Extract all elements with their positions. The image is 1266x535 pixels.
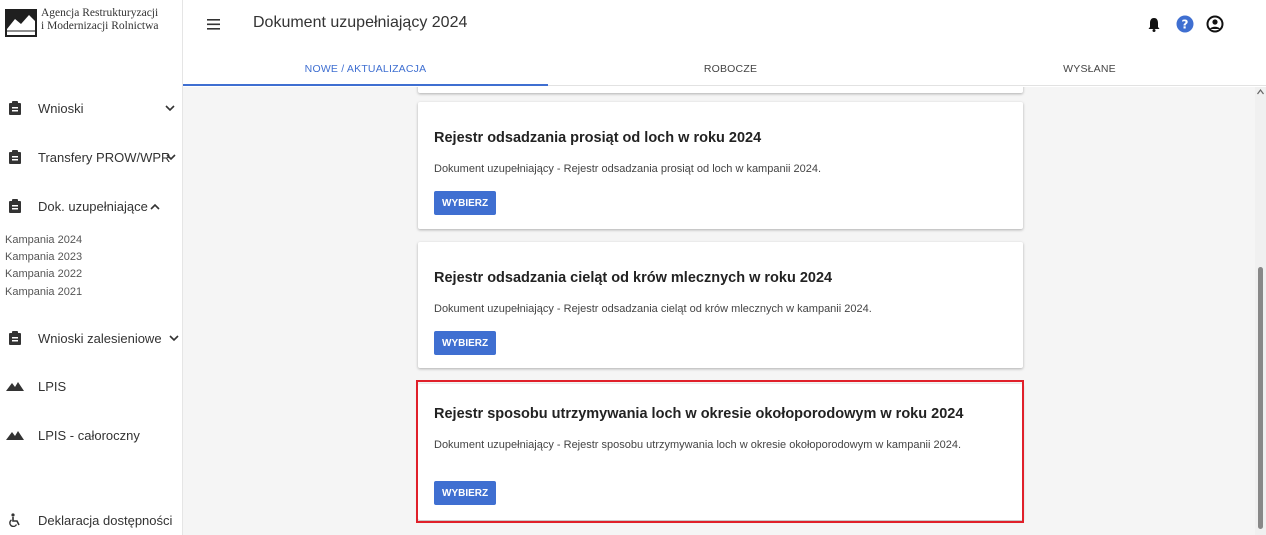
clipboard-icon — [8, 199, 22, 213]
sidebar-item-label: LPIS - całoroczny — [38, 427, 140, 443]
sidebar-item-deklaracja-dostepnosci[interactable]: Deklaracja dostępności — [0, 505, 183, 535]
clipboard-icon — [8, 150, 22, 164]
card-title: Rejestr sposobu utrzymywania loch w okre… — [434, 406, 964, 422]
chevron-down-icon[interactable] — [166, 152, 176, 162]
card-title: Rejestr odsadzania prosiąt od loch w rok… — [434, 130, 762, 146]
tab-robocze[interactable]: ROBOCZE — [548, 52, 913, 86]
main-content: Rejestr odsadzania prosiąt od loch w rok… — [183, 87, 1255, 535]
tab-bar: NOWE / AKTUALIZACJA ROBOCZE WYSŁANE — [183, 52, 1266, 86]
sidebar-item-wnioski[interactable]: Wnioski — [0, 93, 183, 123]
sidebar-item-label: Deklaracja dostępności — [38, 512, 173, 528]
scroll-up-arrow-icon[interactable] — [1257, 89, 1264, 95]
logo-text: Agencja Restrukturyzacji i Modernizacji … — [41, 7, 159, 33]
arimr-logo-icon — [5, 9, 37, 37]
sidebar-item-label: Dok. uzupełniające — [38, 198, 148, 214]
logo[interactable]: Agencja Restrukturyzacji i Modernizacji … — [0, 0, 183, 85]
top-bar: Dokument uzupełniający 2024 ? — [183, 0, 1266, 48]
sidebar: Agencja Restrukturyzacji i Modernizacji … — [0, 0, 183, 535]
clipboard-icon — [8, 331, 22, 345]
sidebar-subitem-kampania-2023[interactable]: Kampania 2023 — [5, 251, 82, 263]
document-card: Rejestr sposobu utrzymywania loch w okre… — [418, 384, 1023, 520]
sidebar-subitem-kampania-2024[interactable]: Kampania 2024 — [5, 234, 82, 246]
scrollbar[interactable] — [1255, 87, 1266, 535]
document-card: Rejestr odsadzania prosiąt od loch w rok… — [418, 102, 1023, 229]
card-title: Rejestr odsadzania cieląt od krów mleczn… — [434, 270, 833, 286]
sidebar-item-lpis[interactable]: LPIS — [0, 371, 183, 401]
sidebar-item-dok-uzupelniajace[interactable]: Dok. uzupełniające — [0, 191, 183, 221]
sidebar-item-wnioski-zalesieniowe[interactable]: Wnioski zalesieniowe — [0, 323, 183, 353]
bell-icon[interactable] — [1144, 14, 1164, 34]
card-previous — [418, 87, 1023, 93]
chevron-down-icon[interactable] — [169, 333, 179, 343]
active-tab-indicator — [183, 84, 548, 86]
document-card: Rejestr odsadzania cieląt od krów mleczn… — [418, 242, 1023, 368]
tab-wyslane[interactable]: WYSŁANE — [913, 52, 1266, 86]
chevron-up-icon[interactable] — [150, 201, 160, 211]
user-account-icon[interactable] — [1205, 14, 1225, 34]
wybierz-button[interactable]: WYBIERZ — [434, 331, 497, 355]
mountain-icon — [6, 428, 24, 442]
clipboard-icon — [8, 101, 22, 115]
sidebar-item-transfery[interactable]: Transfery PROW/WPR — [0, 142, 183, 172]
sidebar-subitem-kampania-2022[interactable]: Kampania 2022 — [5, 268, 82, 280]
help-icon[interactable]: ? — [1175, 14, 1195, 34]
mountain-icon — [6, 379, 24, 393]
sidebar-item-label: Wnioski — [38, 100, 84, 116]
sidebar-item-label: Transfery PROW/WPR — [38, 149, 171, 165]
sidebar-item-lpis-caloroczny[interactable]: LPIS - całoroczny — [0, 420, 183, 450]
wheelchair-icon — [8, 513, 22, 527]
svg-text:?: ? — [1182, 17, 1189, 31]
wybierz-button[interactable]: WYBIERZ — [434, 481, 497, 505]
scrollbar-thumb[interactable] — [1258, 267, 1263, 529]
card-description: Dokument uzupełniający - Rejestr sposobu… — [434, 439, 962, 451]
tab-nowe-aktualizacja[interactable]: NOWE / AKTUALIZACJA — [183, 52, 548, 86]
wybierz-button[interactable]: WYBIERZ — [434, 191, 497, 215]
page-title: Dokument uzupełniający 2024 — [253, 14, 468, 31]
sidebar-item-label: LPIS — [38, 378, 67, 394]
sidebar-item-label: Wnioski zalesieniowe — [38, 330, 162, 346]
card-description: Dokument uzupełniający - Rejestr odsadza… — [434, 163, 822, 175]
logo-line-1: Agencja Restrukturyzacji — [41, 7, 159, 19]
hamburger-menu-icon[interactable] — [205, 15, 223, 33]
logo-line-2: i Modernizacji Rolnictwa — [41, 20, 159, 32]
chevron-down-icon[interactable] — [165, 103, 175, 113]
sidebar-subitem-kampania-2021[interactable]: Kampania 2021 — [5, 286, 82, 298]
card-description: Dokument uzupełniający - Rejestr odsadza… — [434, 303, 872, 315]
